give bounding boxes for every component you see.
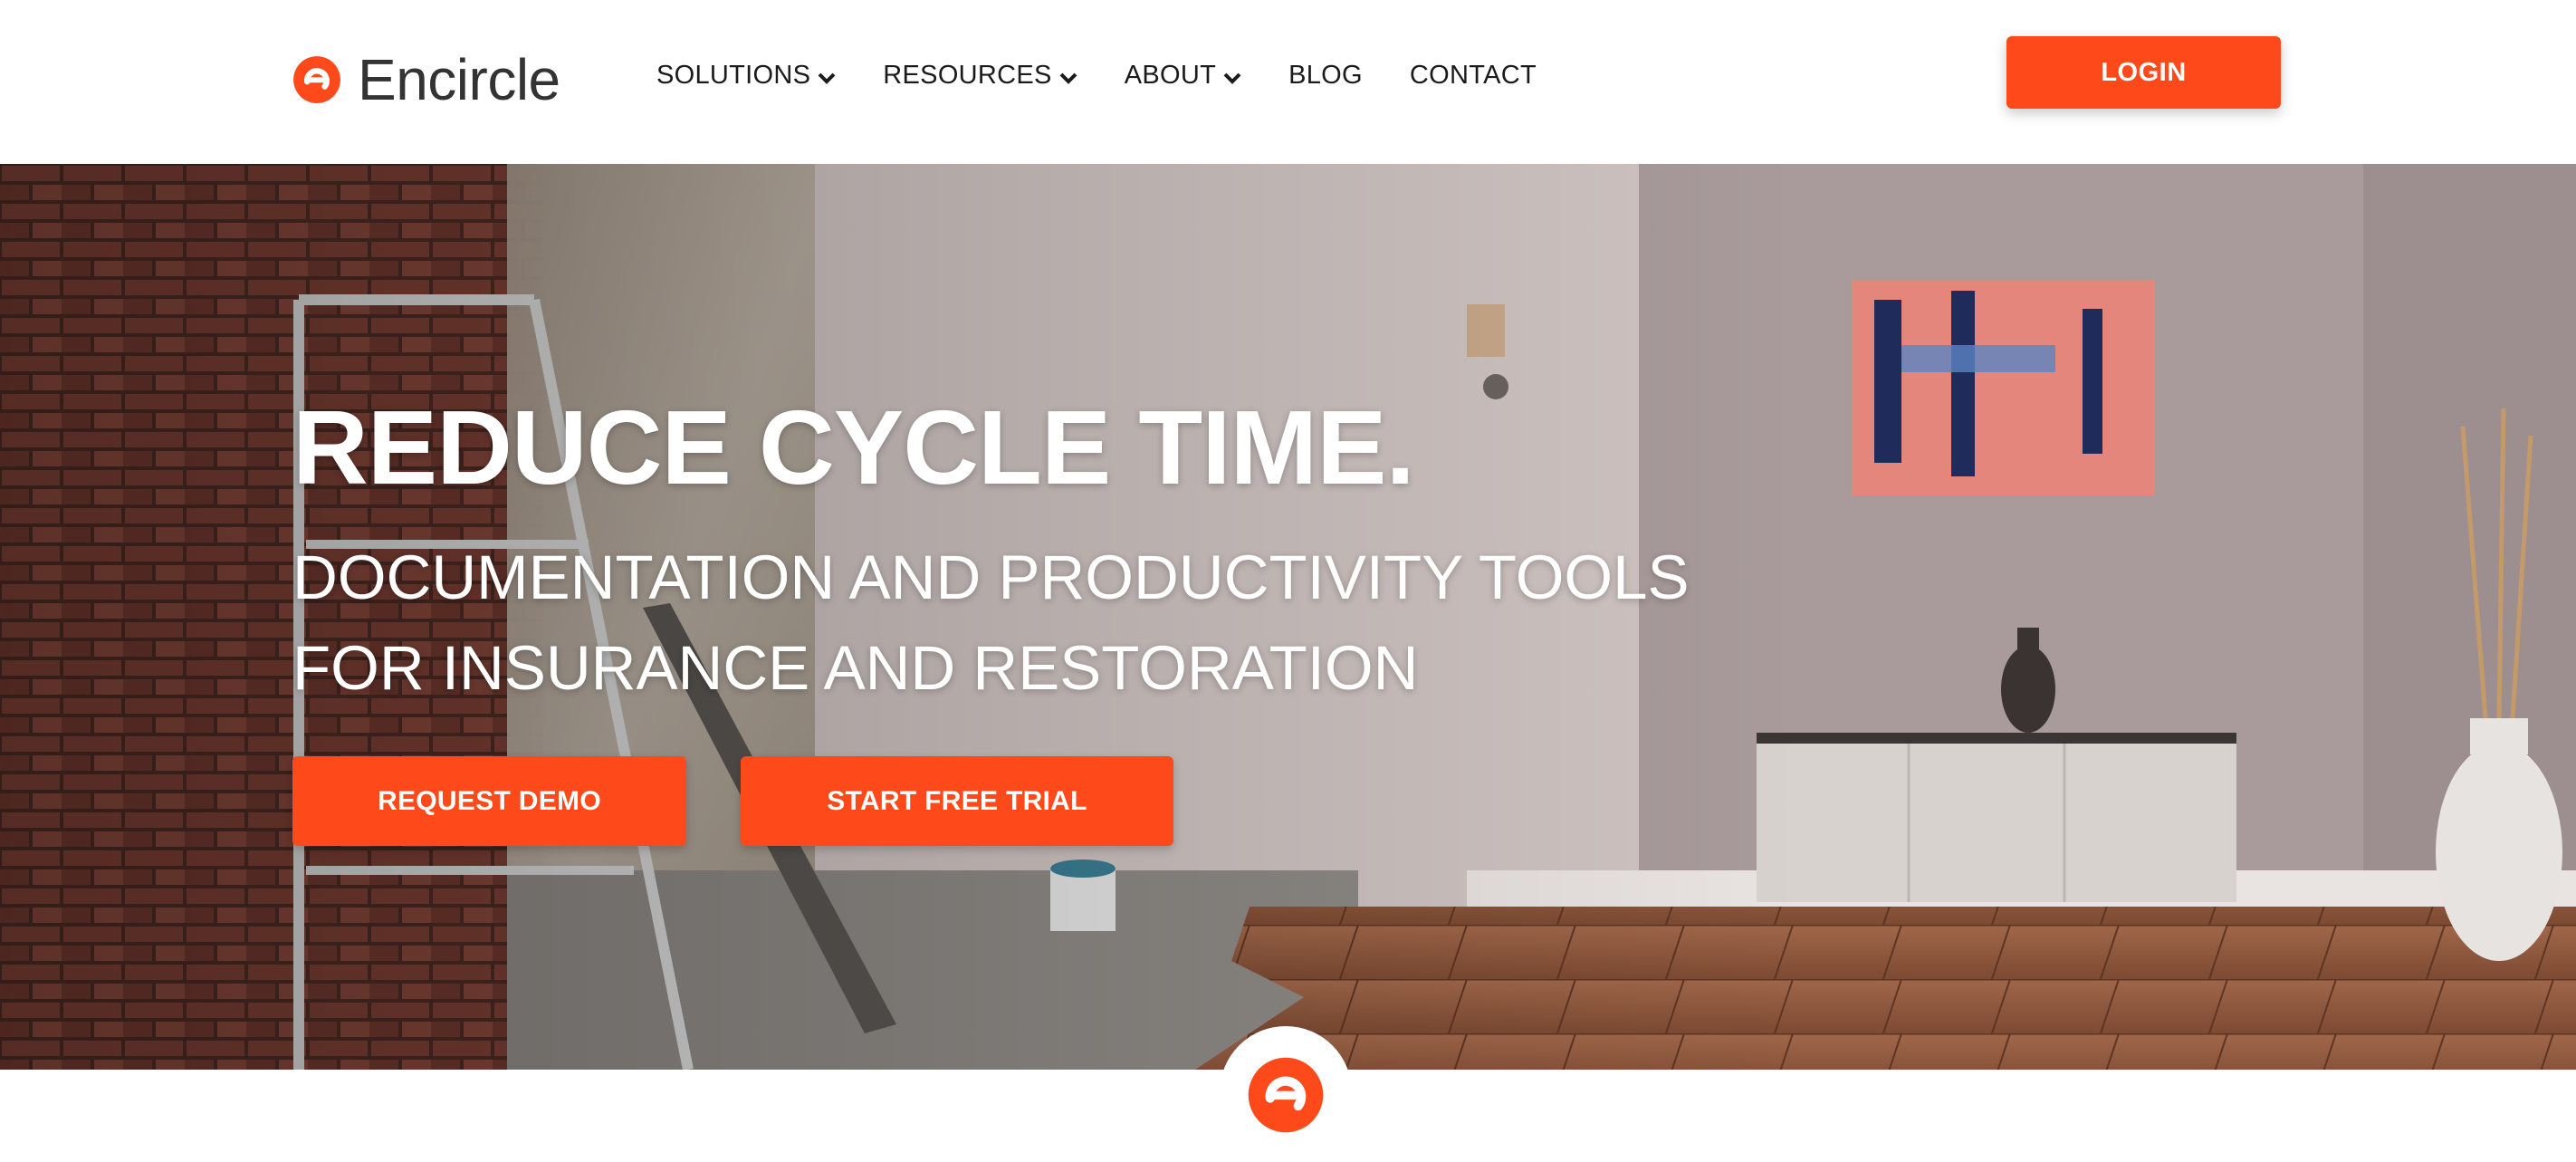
nav-item-label: RESOURCES [883,61,1052,90]
encircle-e-icon [293,56,340,103]
nav-item-resources[interactable]: RESOURCES [883,61,1077,91]
encircle-e-icon [1248,1057,1324,1133]
nav-item-solutions[interactable]: SOLUTIONS [656,61,836,91]
main-nav: SOLUTIONS RESOURCES ABOUT BLOG CONTACT [656,61,1584,91]
nav-item-label: SOLUTIONS [656,61,811,90]
nav-item-label: ABOUT [1124,61,1217,90]
nav-item-contact[interactable]: CONTACT [1410,61,1537,91]
request-demo-button[interactable]: REQUEST DEMO [292,756,686,846]
bottom-logo-badge [1220,1026,1352,1158]
chevron-down-icon [818,72,836,84]
login-button[interactable]: LOGIN [2006,36,2281,109]
hero-banner: REDUCE CYCLE TIME. DOCUMENTATION AND PRO… [0,164,2576,1070]
nav-item-blog[interactable]: BLOG [1288,61,1363,91]
start-free-trial-button[interactable]: START FREE TRIAL [741,756,1173,846]
hero-title: REDUCE CYCLE TIME. [292,389,1415,506]
chevron-down-icon [1223,72,1241,84]
chevron-down-icon [1059,72,1077,84]
hero-subtitle-line-2: FOR INSURANCE AND RESTORATION [292,633,1419,703]
site-header: Encircle SOLUTIONS RESOURCES ABOUT BLOG … [0,0,2576,164]
nav-item-about[interactable]: ABOUT [1125,61,1241,91]
hero-subtitle: DOCUMENTATION AND PRODUCTIVITY TOOLS FOR… [292,533,1689,714]
brand-name: Encircle [358,47,560,112]
nav-item-label: CONTACT [1409,61,1537,90]
brand-logo[interactable]: Encircle [292,45,560,114]
nav-item-label: BLOG [1288,61,1363,90]
hero-subtitle-line-1: DOCUMENTATION AND PRODUCTIVITY TOOLS [292,543,1690,612]
